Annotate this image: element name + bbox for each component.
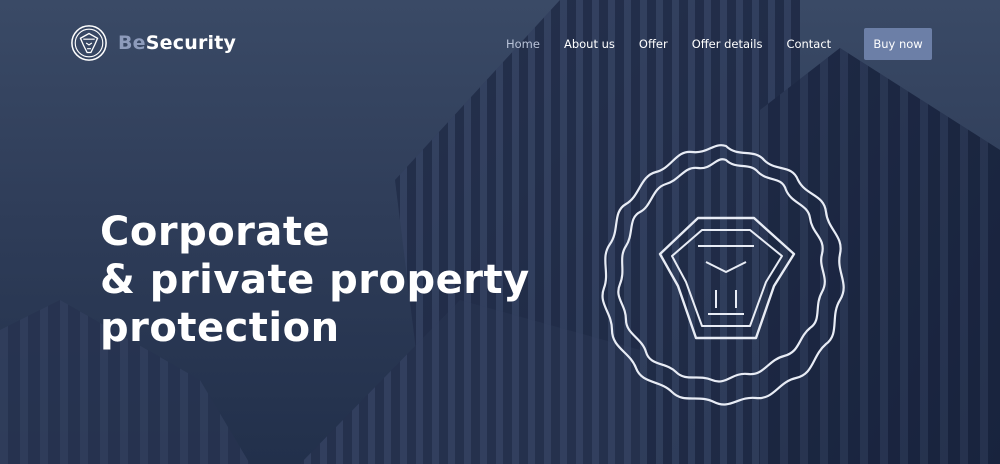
headline-line-2: & private property	[100, 257, 530, 303]
buy-now-button[interactable]: Buy now	[864, 28, 932, 60]
nav-item-offer-details[interactable]: Offer details	[692, 36, 763, 52]
nav-item-contact[interactable]: Contact	[786, 36, 831, 52]
site-header: BeSecurity Home About us Offer Offer det…	[0, 0, 1000, 88]
nav-item-offer[interactable]: Offer	[639, 36, 668, 52]
headline-line-1: Corporate	[100, 209, 331, 255]
nav-item-home[interactable]: Home	[506, 36, 540, 52]
nav-item-about-us[interactable]: About us	[564, 36, 615, 52]
hero-headline: Corporate & private property protection	[100, 208, 530, 352]
hero-section: BeSecurity Home About us Offer Offer det…	[0, 0, 1000, 464]
headline-line-3: protection	[100, 305, 340, 351]
brand-name-part1: Be	[118, 32, 146, 54]
lion-emblem-icon	[601, 144, 845, 406]
brand-name-part2: Security	[145, 32, 237, 54]
logo-link[interactable]: BeSecurity	[70, 24, 236, 62]
main-nav: Home About us Offer Offer details Contac…	[506, 36, 855, 52]
lion-head-icon	[71, 25, 107, 61]
brand-name: BeSecurity	[118, 32, 236, 54]
